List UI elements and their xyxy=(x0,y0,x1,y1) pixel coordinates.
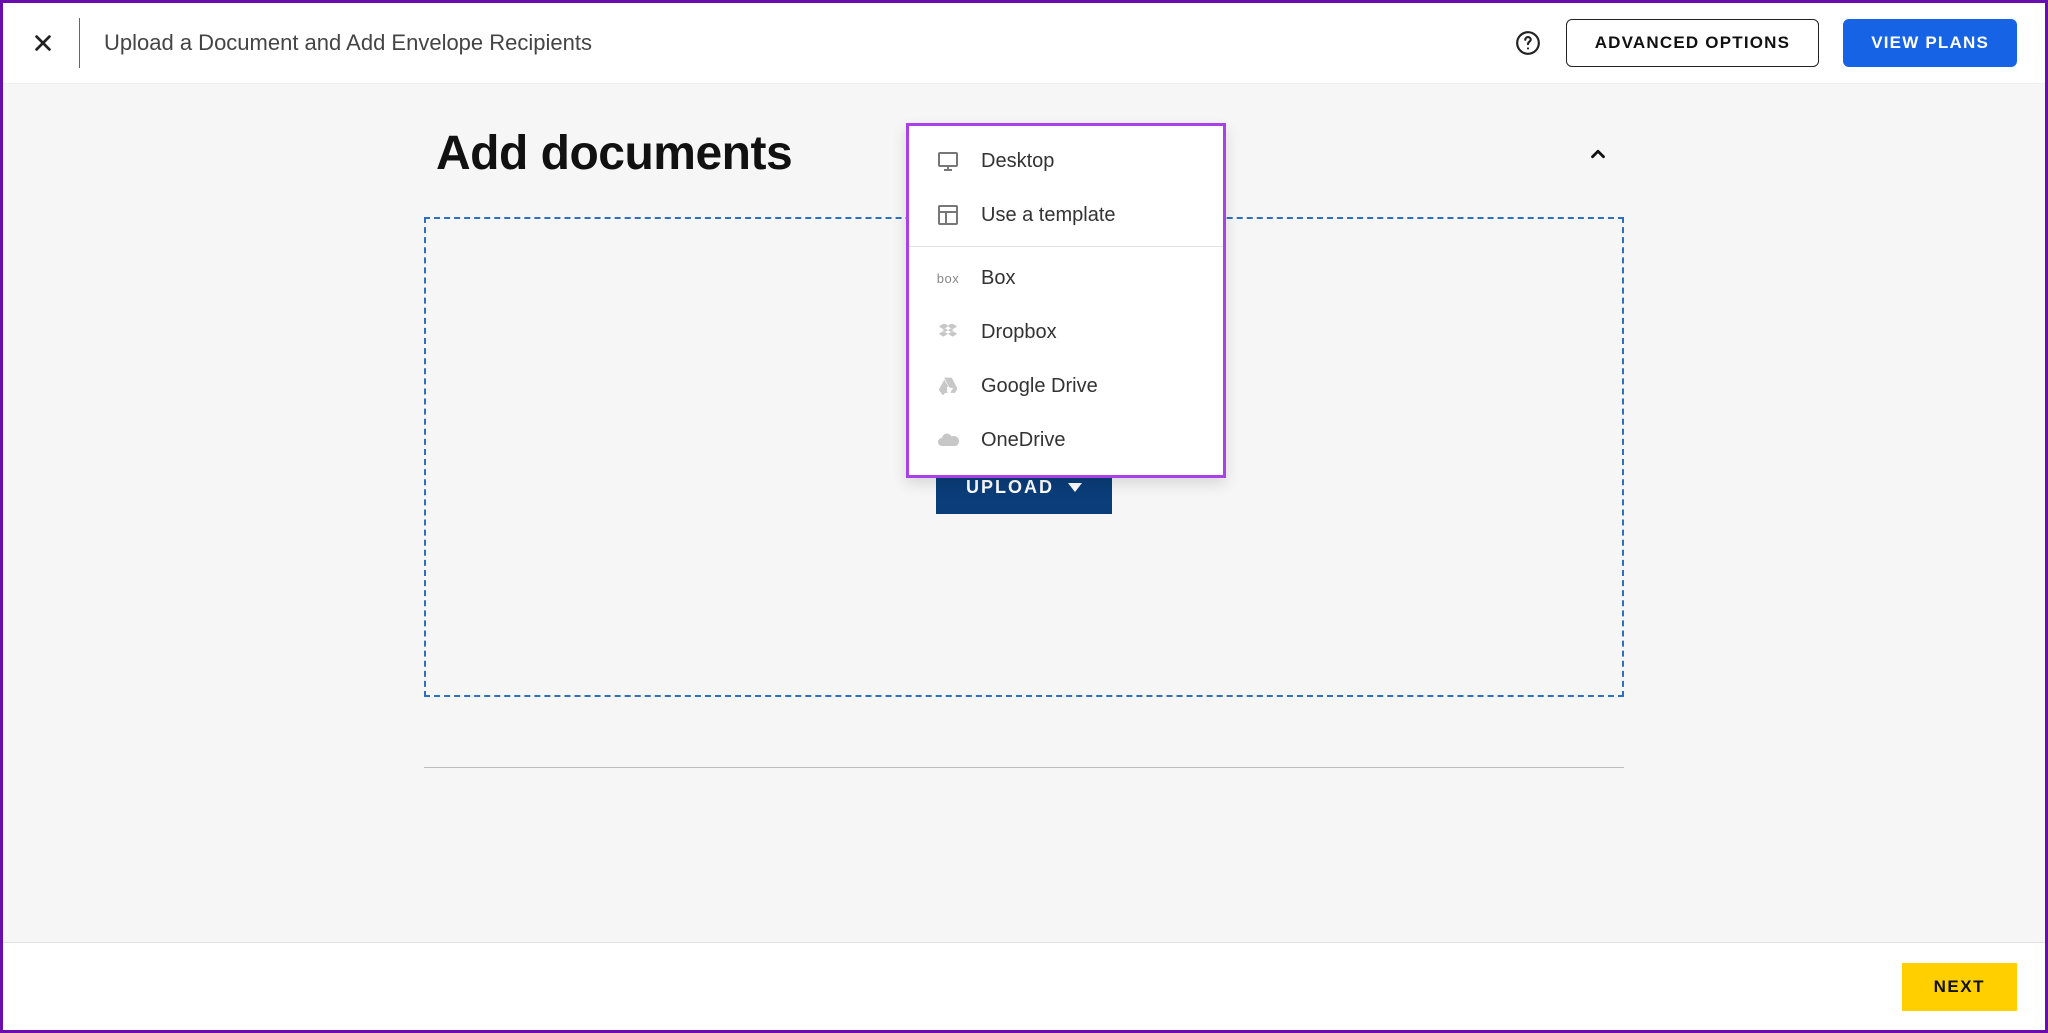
upload-source-menu: Desktop Use a template box Box xyxy=(906,123,1226,478)
help-icon[interactable] xyxy=(1514,29,1542,57)
menu-item-template[interactable]: Use a template xyxy=(909,188,1223,242)
page-title: Upload a Document and Add Envelope Recip… xyxy=(104,30,1490,56)
desktop-icon xyxy=(935,148,961,174)
close-icon[interactable] xyxy=(31,31,55,55)
content-area: Add documents Drop UPLOAD xyxy=(3,83,2045,942)
header-divider xyxy=(79,18,80,68)
menu-item-label: Box xyxy=(981,267,1015,290)
template-icon xyxy=(935,202,961,228)
caret-down-icon xyxy=(1068,483,1082,492)
onedrive-icon xyxy=(935,427,961,453)
upload-button-label: UPLOAD xyxy=(966,477,1054,498)
menu-item-desktop[interactable]: Desktop xyxy=(909,134,1223,188)
menu-item-label: Google Drive xyxy=(981,375,1098,398)
next-button[interactable]: NEXT xyxy=(1902,963,2017,1011)
view-plans-button[interactable]: VIEW PLANS xyxy=(1843,19,2017,67)
menu-item-label: Use a template xyxy=(981,204,1116,227)
document-dropzone[interactable]: Drop UPLOAD Desktop xyxy=(424,217,1624,697)
section-divider xyxy=(424,767,1624,768)
box-icon: box xyxy=(935,265,961,291)
header-bar: Upload a Document and Add Envelope Recip… xyxy=(3,3,2045,83)
menu-item-label: Desktop xyxy=(981,150,1054,173)
menu-item-label: Dropbox xyxy=(981,321,1057,344)
menu-separator xyxy=(909,246,1223,247)
chevron-up-icon[interactable] xyxy=(1584,140,1612,168)
menu-item-google-drive[interactable]: Google Drive xyxy=(909,359,1223,413)
menu-item-label: OneDrive xyxy=(981,429,1065,452)
footer-bar: NEXT xyxy=(3,942,2045,1030)
dropbox-icon xyxy=(935,319,961,345)
add-documents-panel: Add documents Drop UPLOAD xyxy=(424,118,1624,768)
google-drive-icon xyxy=(935,373,961,399)
menu-item-dropbox[interactable]: Dropbox xyxy=(909,305,1223,359)
section-title: Add documents xyxy=(436,126,792,181)
menu-item-box[interactable]: box Box xyxy=(909,251,1223,305)
advanced-options-button[interactable]: ADVANCED OPTIONS xyxy=(1566,19,1820,67)
menu-item-onedrive[interactable]: OneDrive xyxy=(909,413,1223,467)
